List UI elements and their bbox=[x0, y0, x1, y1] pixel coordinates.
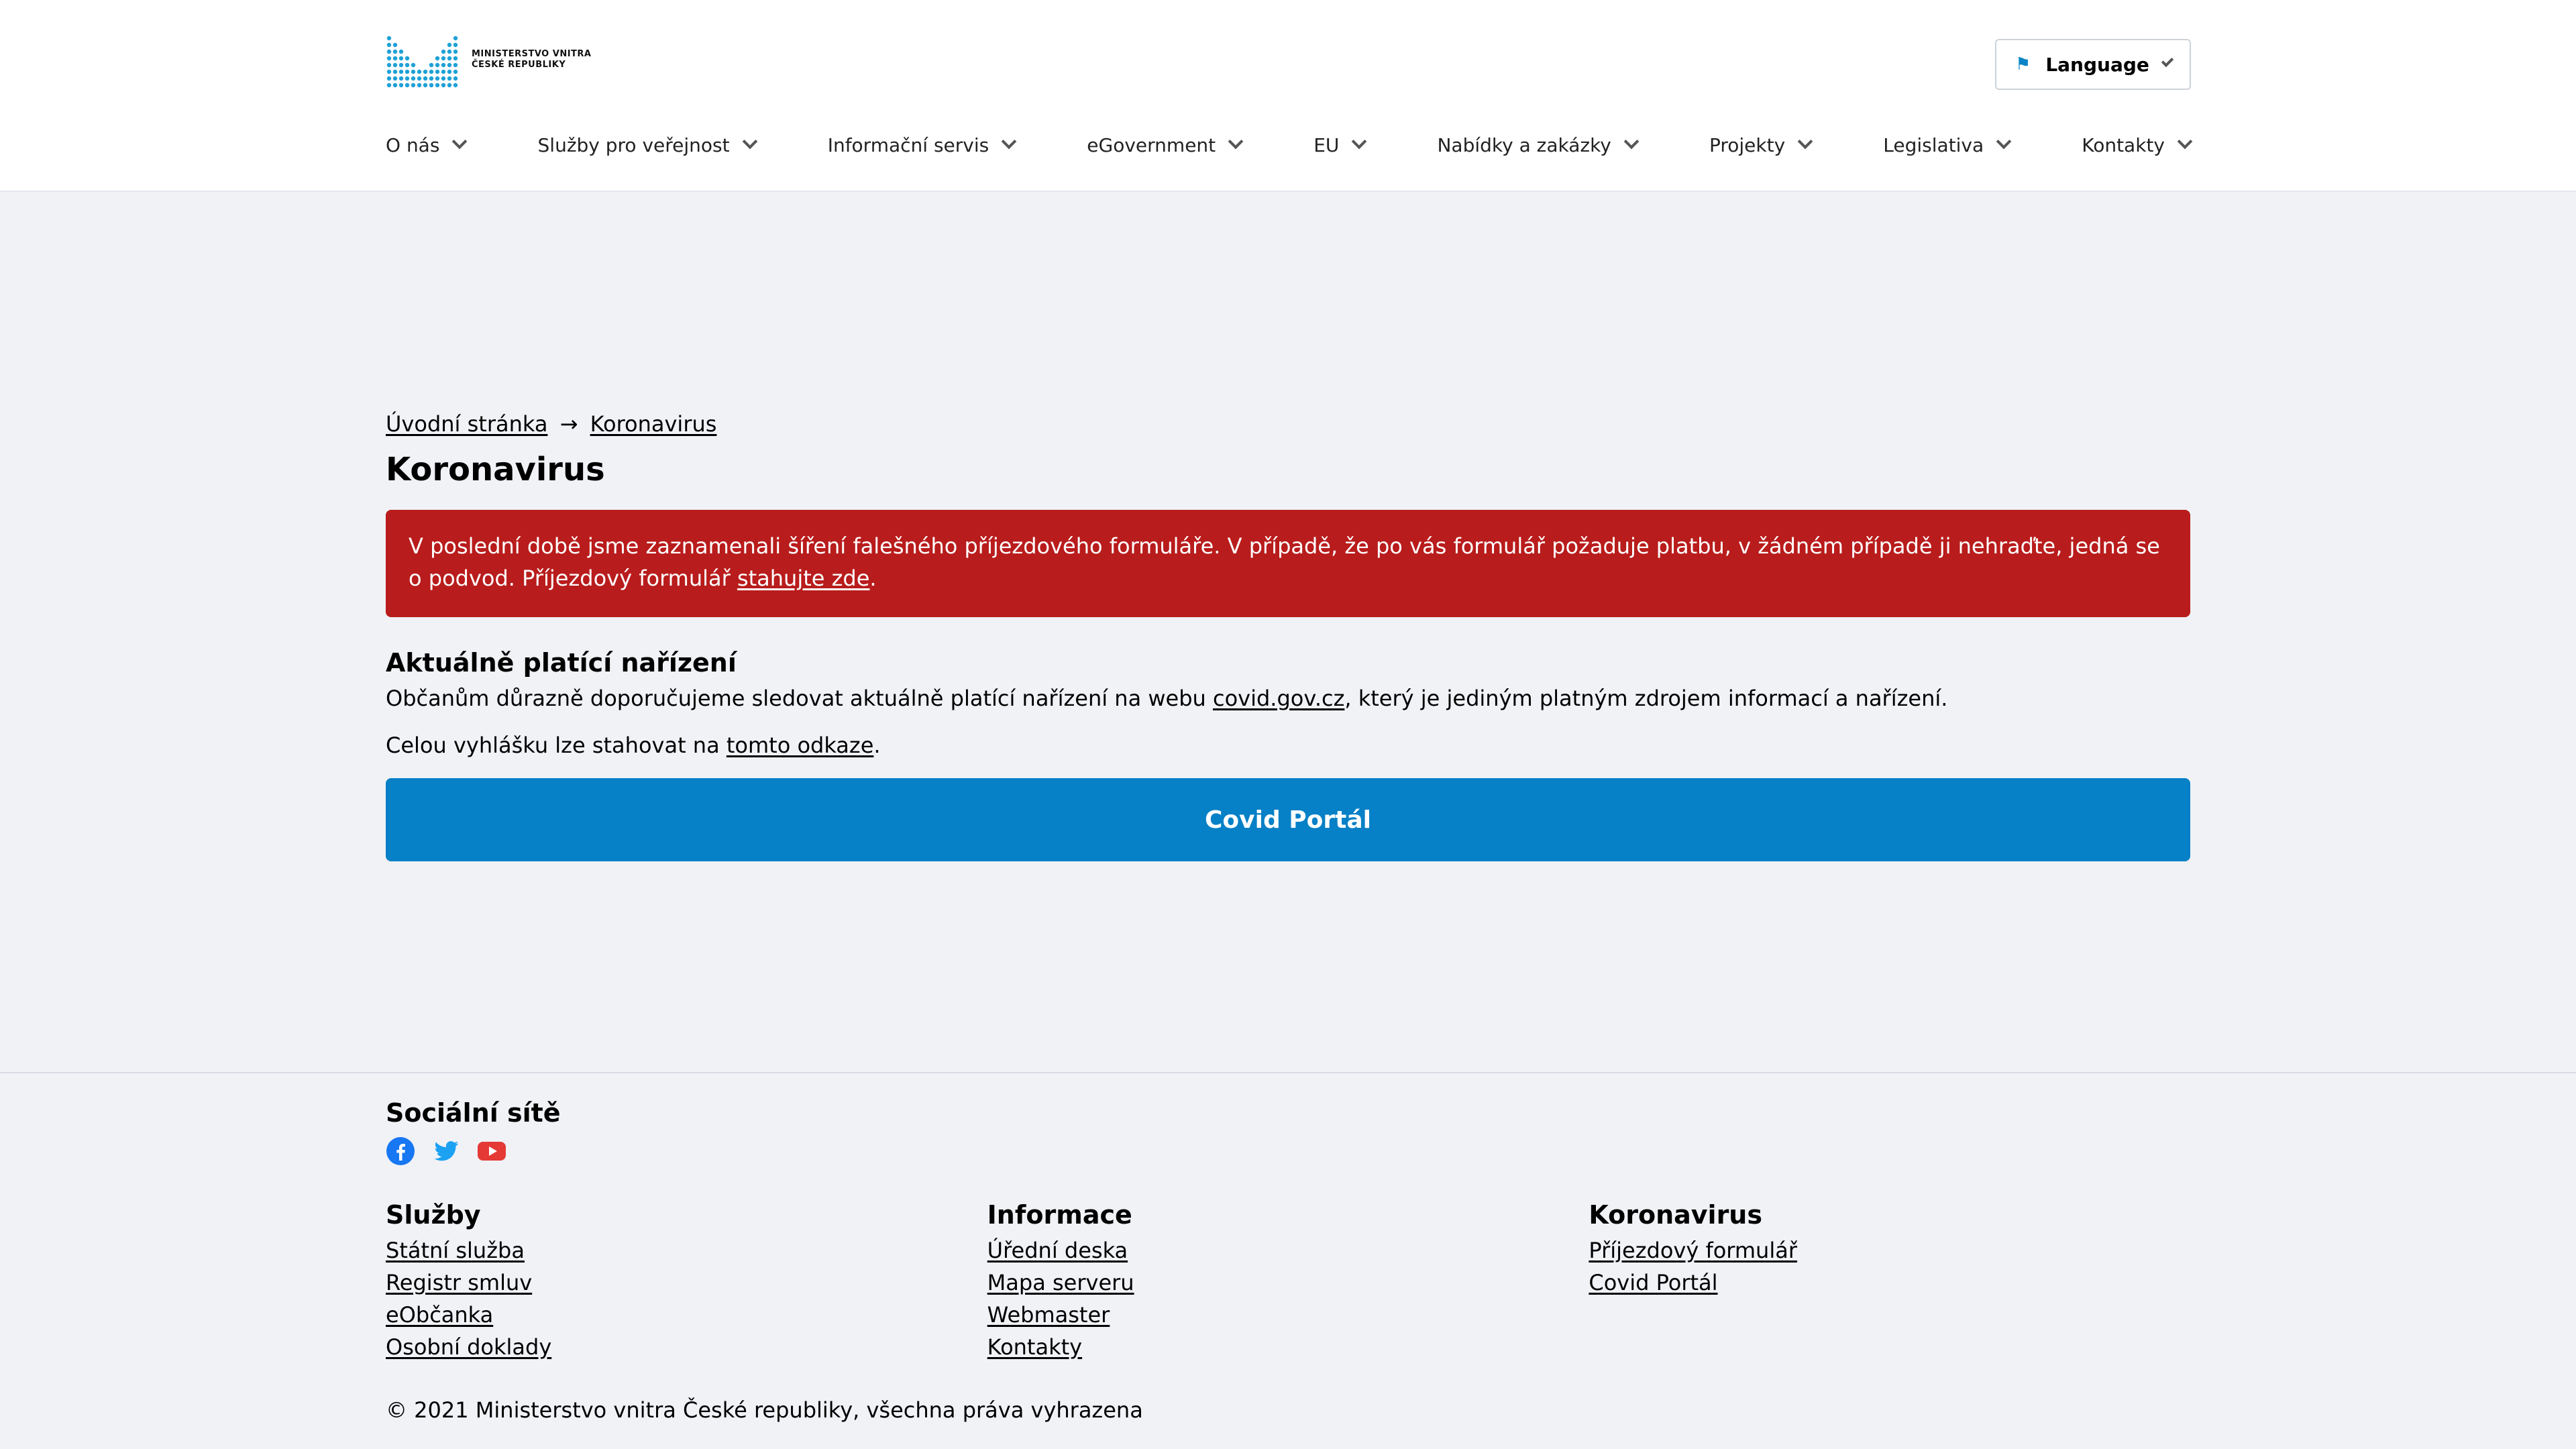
footer-link[interactable]: Kontakty bbox=[987, 1334, 1082, 1360]
chevron-down-icon bbox=[452, 133, 468, 150]
section-title: Aktuálně platící nařízení bbox=[386, 648, 737, 678]
ministry-logo[interactable]: MINISTERSTVO VNITRA ČESKÉ REPUBLIKY bbox=[386, 31, 591, 89]
nav-item-o-nas[interactable]: O nás bbox=[386, 133, 468, 156]
copyright-text: © 2021 Ministerstvo vnitra České republi… bbox=[386, 1397, 1143, 1423]
footer-link[interactable]: Covid Portál bbox=[1589, 1270, 1717, 1295]
youtube-icon[interactable] bbox=[477, 1136, 506, 1166]
footer-link[interactable]: Mapa serveru bbox=[987, 1270, 1134, 1295]
site-header: MINISTERSTVO VNITRA ČESKÉ REPUBLIKY ⚑ La… bbox=[0, 0, 2576, 192]
footer-column-koronavirus: Koronavirus Příjezdový formulář Covid Po… bbox=[1589, 1198, 2190, 1363]
language-button[interactable]: ⚑ Language bbox=[1995, 39, 2191, 90]
breadcrumb-separator: → bbox=[559, 411, 578, 437]
nav-label: Legislativa bbox=[1883, 133, 1984, 156]
covid-gov-link[interactable]: covid.gov.cz bbox=[1213, 686, 1344, 711]
footer-link[interactable]: Osobní doklady bbox=[386, 1334, 551, 1360]
nav-item-projekty[interactable]: Projekty bbox=[1709, 133, 1813, 156]
site-footer: Sociální sítě Služby Státní služba Regis… bbox=[0, 1072, 2576, 1449]
chevron-down-icon bbox=[1996, 133, 2012, 150]
alert-download-link[interactable]: stahujte zde bbox=[737, 566, 869, 591]
language-label: Language bbox=[2045, 53, 2149, 76]
warning-alert: V poslední době jsme zaznamenali šíření … bbox=[386, 510, 2190, 617]
nav-item-informacni-servis[interactable]: Informační servis bbox=[827, 133, 1017, 156]
nav-item-sluzby[interactable]: Služby pro veřejnost bbox=[537, 133, 757, 156]
nav-item-legislativa[interactable]: Legislativa bbox=[1883, 133, 2012, 156]
covid-portal-button[interactable]: Covid Portál bbox=[386, 778, 2190, 861]
chevron-down-icon bbox=[1797, 133, 1813, 150]
chevron-down-icon bbox=[742, 133, 757, 150]
decree-link[interactable]: tomto odkaze bbox=[727, 733, 874, 758]
paragraph-text: Občanům důrazně doporučujeme sledovat ak… bbox=[386, 686, 1213, 711]
nav-label: Nabídky a zakázky bbox=[1437, 133, 1611, 156]
footer-columns: Služby Státní služba Registr smluv eObča… bbox=[386, 1198, 2190, 1363]
nav-label: Projekty bbox=[1709, 133, 1786, 156]
footer-link[interactable]: Webmaster bbox=[987, 1302, 1110, 1328]
nav-item-egovernment[interactable]: eGovernment bbox=[1087, 133, 1244, 156]
nav-label: Kontakty bbox=[2082, 133, 2165, 156]
page-title: Koronavirus bbox=[386, 451, 605, 488]
nav-label: EU bbox=[1313, 133, 1340, 156]
chevron-down-icon bbox=[1228, 133, 1244, 150]
social-links bbox=[386, 1135, 2190, 1167]
nav-item-nabidky[interactable]: Nabídky a zakázky bbox=[1437, 133, 1640, 156]
paragraph-text-end: . bbox=[873, 733, 881, 758]
footer-link[interactable]: Příjezdový formulář bbox=[1589, 1238, 1797, 1263]
alert-text: V poslední době jsme zaznamenali šíření … bbox=[409, 533, 2160, 591]
flag-icon: ⚑ bbox=[2015, 54, 2031, 74]
alert-text-end: . bbox=[869, 566, 877, 591]
footer-column-informace: Informace Úřední deska Mapa serveru Webm… bbox=[987, 1198, 1589, 1363]
chevron-down-icon bbox=[1352, 133, 1367, 150]
footer-link[interactable]: eObčanka bbox=[386, 1302, 493, 1328]
main-nav: O nás Služby pro veřejnost Informační se… bbox=[386, 131, 2193, 158]
logo-line-1: MINISTERSTVO VNITRA bbox=[472, 49, 592, 59]
twitter-icon[interactable] bbox=[431, 1136, 461, 1166]
breadcrumb: Úvodní stránka → Koronavirus bbox=[386, 409, 2190, 439]
chevron-down-icon bbox=[2161, 54, 2174, 68]
paragraph-text: Celou vyhlášku lze stahovat na bbox=[386, 733, 727, 758]
footer-column-title: Koronavirus bbox=[1589, 1200, 1762, 1230]
nav-label: Informační servis bbox=[827, 133, 989, 156]
breadcrumb-current-link[interactable]: Koronavirus bbox=[590, 411, 717, 437]
ministry-logo-icon bbox=[386, 36, 458, 88]
nav-label: Služby pro veřejnost bbox=[537, 133, 730, 156]
decree-paragraph: Celou vyhlášku lze stahovat na tomto odk… bbox=[386, 730, 2190, 761]
footer-column-sluzby: Služby Státní služba Registr smluv eObča… bbox=[386, 1198, 987, 1363]
logo-text: MINISTERSTVO VNITRA ČESKÉ REPUBLIKY bbox=[472, 49, 591, 70]
nav-item-kontakty[interactable]: Kontakty bbox=[2082, 133, 2193, 156]
social-title: Sociální sítě bbox=[386, 1098, 561, 1128]
chevron-down-icon bbox=[1623, 133, 1640, 150]
paragraph-text-end: , který je jediným platným zdrojem infor… bbox=[1344, 686, 1948, 711]
chevron-down-icon bbox=[2177, 133, 2193, 150]
nav-label: eGovernment bbox=[1087, 133, 1216, 156]
chevron-down-icon bbox=[1001, 133, 1017, 150]
nav-label: O nás bbox=[386, 133, 440, 156]
breadcrumb-home-link[interactable]: Úvodní stránka bbox=[386, 411, 547, 437]
logo-line-2: ČESKÉ REPUBLIKY bbox=[472, 60, 566, 70]
facebook-icon[interactable] bbox=[386, 1136, 415, 1166]
regulations-paragraph: Občanům důrazně doporučujeme sledovat ak… bbox=[386, 683, 2190, 714]
footer-column-title: Služby bbox=[386, 1200, 481, 1230]
footer-inner: Sociální sítě Služby Státní služba Regis… bbox=[386, 1096, 2190, 1363]
footer-link[interactable]: Registr smluv bbox=[386, 1270, 532, 1295]
footer-column-title: Informace bbox=[987, 1200, 1132, 1230]
nav-item-eu[interactable]: EU bbox=[1313, 133, 1367, 156]
footer-link[interactable]: Státní služba bbox=[386, 1238, 525, 1263]
main-content: Úvodní stránka → Koronavirus Koronavirus… bbox=[386, 409, 2190, 861]
footer-link[interactable]: Úřední deska bbox=[987, 1238, 1128, 1263]
